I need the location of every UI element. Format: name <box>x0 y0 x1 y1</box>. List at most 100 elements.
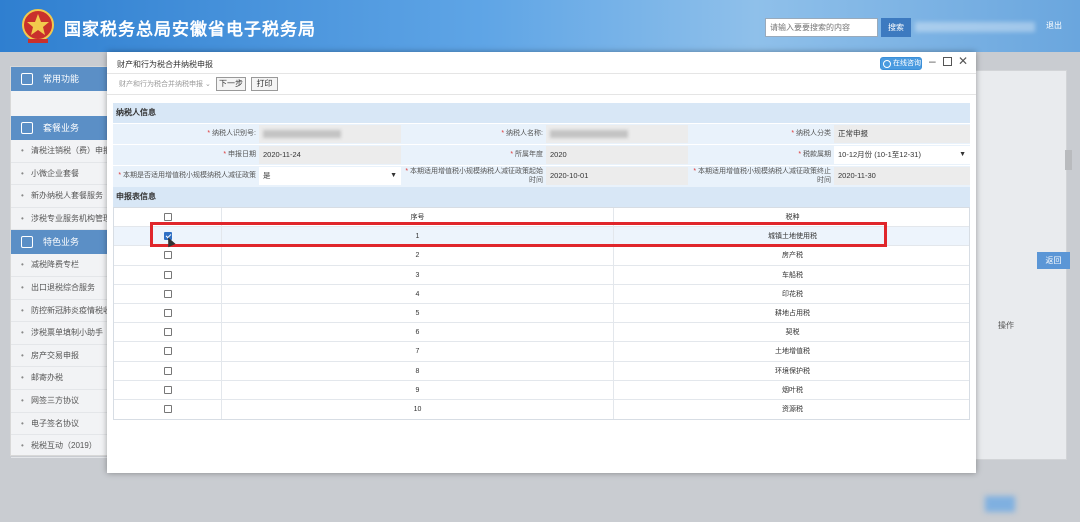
row-tax: 耕地占用税 <box>775 309 810 317</box>
table-row[interactable]: 2 房产税 <box>114 246 969 266</box>
info-row: * 纳税人识别号: * 纳税人名称: * 纳税人分类 正常申报 <box>113 124 970 144</box>
row-no: 8 <box>222 361 614 380</box>
row-no: 10 <box>222 399 614 420</box>
declare-date-label: * 申报日期 <box>223 151 256 158</box>
package-icon <box>21 122 33 134</box>
online-consult-button[interactable]: 在线咨询 <box>880 57 922 70</box>
row-checkbox[interactable] <box>164 328 172 337</box>
belong-year-field: 2020 <box>546 146 688 164</box>
small-scale-label: * 本期是否适用增值税小规模纳税人减征政策 <box>118 172 256 179</box>
row-checkbox[interactable] <box>164 289 172 298</box>
table-row[interactable]: 6 契税 <box>114 323 969 343</box>
search-input[interactable] <box>765 18 878 37</box>
belong-year-label: * 所属年度 <box>510 151 543 158</box>
table-row[interactable]: 8 环境保护税 <box>114 361 969 381</box>
taxpayer-section-header: 纳税人信息 <box>113 103 970 123</box>
row-checkbox[interactable] <box>164 404 172 413</box>
sidebar: 常用功能 套餐业务 清税注销税（费）申报 小微企业套餐 新办纳税人套餐服务 涉税… <box>10 66 110 458</box>
row-checkbox[interactable] <box>164 347 172 356</box>
table-row[interactable]: 4 印花税 <box>114 284 969 304</box>
row-tax: 契税 <box>785 329 800 337</box>
tax-period-label: * 税款属期 <box>798 151 831 158</box>
table-row[interactable]: 9 烟叶税 <box>114 380 969 400</box>
search-button[interactable]: 搜索 <box>881 18 911 37</box>
minimize-icon[interactable]: – <box>929 54 936 68</box>
row-no: 4 <box>222 284 614 303</box>
chevron-down-icon: ▼ <box>959 151 966 158</box>
top-header: 国家税务总局安徽省电子税务局 搜索 退出 <box>0 0 1080 52</box>
small-scale-select[interactable]: 是 ▼ <box>259 167 401 185</box>
select-all-checkbox[interactable] <box>164 213 172 221</box>
row-no: 5 <box>222 303 614 323</box>
close-icon[interactable]: ✕ <box>958 54 968 68</box>
red-highlight-box <box>150 222 887 247</box>
user-info <box>915 22 1035 32</box>
sidebar-item[interactable]: 涉税专业服务机构管理 <box>11 208 109 231</box>
sidebar-item[interactable]: 新办纳税人套餐服务 <box>11 185 109 208</box>
blurred-element <box>985 496 1015 512</box>
row-no: 7 <box>222 342 614 361</box>
row-checkbox[interactable] <box>164 270 172 279</box>
print-button[interactable]: 打印 <box>251 77 278 91</box>
sidebar-item[interactable]: 减税降费专栏 <box>11 254 109 277</box>
row-no: 2 <box>222 246 614 265</box>
table-row[interactable]: 10 资源税 <box>114 399 969 420</box>
row-tax: 印花税 <box>782 290 803 298</box>
policy-end-label: * 本期适用增值税小规模纳税人减征政策终止时间 <box>693 168 831 184</box>
sidebar-item[interactable]: 税税互动（2019） <box>11 435 109 458</box>
maximize-icon[interactable] <box>943 57 952 66</box>
sidebar-item[interactable]: 清税注销税（费）申报 <box>11 140 109 163</box>
chevron-down-icon: ▼ <box>390 172 397 179</box>
logout-link[interactable]: 退出 <box>1046 20 1062 31</box>
row-no: 6 <box>222 323 614 342</box>
sidebar-item[interactable]: 出口退税综合服务 <box>11 277 109 300</box>
policy-end-field: 2020-11-30 <box>834 167 970 185</box>
row-checkbox[interactable] <box>164 366 172 375</box>
sidebar-item[interactable]: 小微企业套餐 <box>11 163 109 186</box>
return-button[interactable]: 返回 <box>1037 252 1070 269</box>
sidebar-tax-business-header[interactable]: 套餐业务 <box>11 116 109 140</box>
row-tax: 烟叶税 <box>782 386 803 394</box>
form-section-header: 申报表信息 <box>113 187 970 207</box>
star-icon <box>21 73 33 85</box>
taxpayer-id-field <box>259 125 401 143</box>
row-checkbox[interactable] <box>164 308 172 317</box>
declaration-modal: 财产和行为税合并纳税申报 在线咨询 – ✕ 财产和行为税合并纳税申报 ⌄ 下一步… <box>107 52 976 473</box>
row-no: 3 <box>222 265 614 284</box>
sidebar-item[interactable]: 网签三方协议 <box>11 390 109 413</box>
row-checkbox[interactable] <box>164 251 172 260</box>
site-title: 国家税务总局安徽省电子税务局 <box>64 20 316 39</box>
tax-type-select[interactable]: 财产和行为税合并纳税申报 ⌄ <box>116 78 214 91</box>
tax-period-select[interactable]: 10-12月份 (10-1至12-31) ▼ <box>834 146 970 164</box>
tax-emblem-icon <box>22 9 54 43</box>
operation-header: 操作 <box>998 321 1014 330</box>
sidebar-feature-header[interactable]: 特色业务 <box>11 230 109 255</box>
sidebar-item[interactable]: 邮寄办税 <box>11 367 109 390</box>
grid-icon <box>21 236 33 249</box>
sidebar-item[interactable]: 防控新冠肺炎疫情税收 <box>11 300 109 323</box>
table-row[interactable]: 5 耕地占用税 <box>114 303 969 324</box>
row-tax: 土地增值税 <box>775 348 810 356</box>
row-tax: 资源税 <box>782 405 803 413</box>
taxpayer-type-label: * 纳税人分类 <box>791 130 831 137</box>
sidebar-item[interactable]: 涉税票单填制小助手 <box>11 322 109 345</box>
taxpayer-name-label: * 纳税人名称: <box>501 130 543 137</box>
table-row[interactable]: 3 车船税 <box>114 265 969 285</box>
sidebar-item[interactable]: 房产交易申报 <box>11 345 109 368</box>
info-row: * 申报日期 2020-11-24 * 所属年度 2020 * 税款属期 10-… <box>113 145 970 165</box>
policy-start-field: 2020-10-01 <box>546 167 688 185</box>
taxpayer-name-field <box>546 125 688 143</box>
chat-icon <box>883 60 891 68</box>
table-row[interactable]: 7 土地增值税 <box>114 342 969 362</box>
row-tax: 车船税 <box>782 271 803 279</box>
sidebar-item[interactable]: 电子签名协议 <box>11 413 109 436</box>
policy-start-label: * 本期适用增值税小规模纳税人减征政策起始时间 <box>405 168 543 184</box>
row-no: 9 <box>222 380 614 399</box>
row-checkbox[interactable] <box>164 385 172 394</box>
next-step-button[interactable]: 下一步 <box>216 77 246 91</box>
row-tax: 房产税 <box>782 252 803 260</box>
declare-date-field: 2020-11-24 <box>259 146 401 164</box>
taxpayer-id-label: * 纳税人识别号: <box>207 130 256 137</box>
sidebar-common-header[interactable]: 常用功能 <box>11 67 109 91</box>
scrollbar-thumb[interactable] <box>1065 150 1072 170</box>
